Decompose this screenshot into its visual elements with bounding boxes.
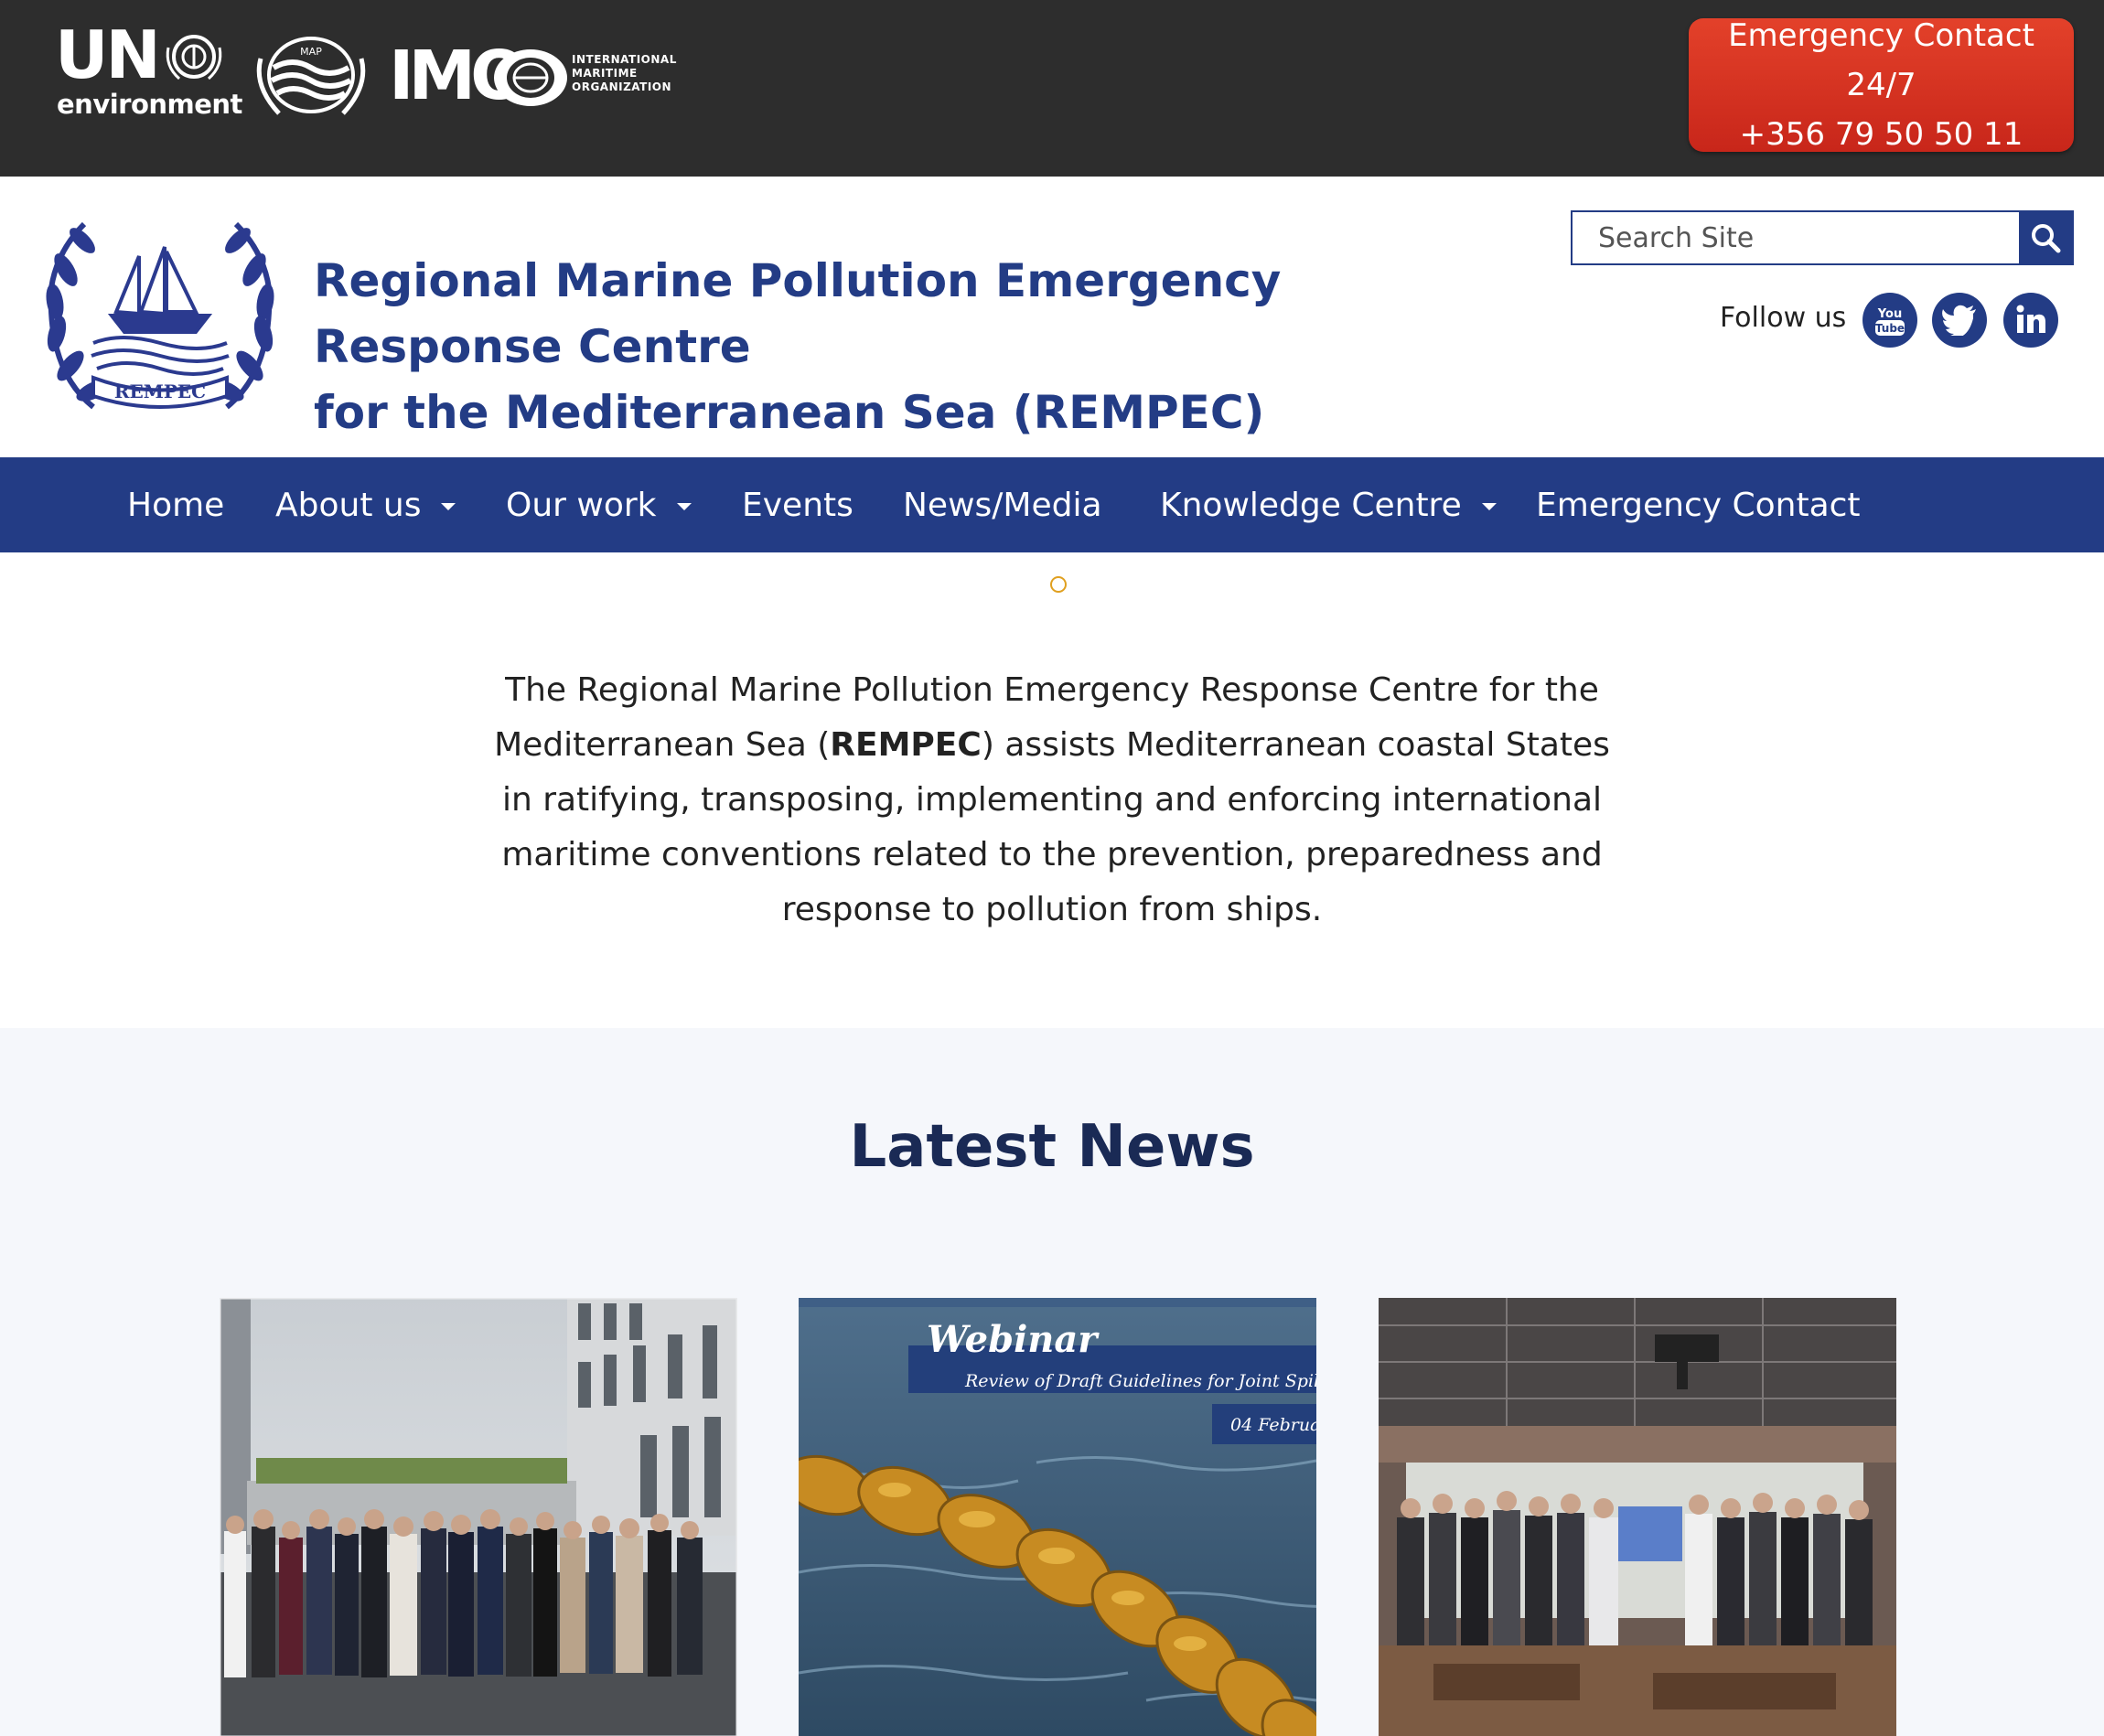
nav-item-news-media[interactable]: News/Media bbox=[903, 457, 1102, 552]
map-logo[interactable]: MAP bbox=[252, 31, 370, 119]
chevron-down-icon bbox=[1481, 503, 1497, 510]
nav-item-label: Knowledge Centre bbox=[1160, 486, 1462, 524]
un-environment-logo[interactable]: UN environment bbox=[53, 22, 242, 128]
group-photo-outdoor bbox=[220, 1298, 737, 1736]
top-bar: UN environment MAP IMO INTERNATIONAL MAR… bbox=[0, 0, 2104, 177]
webinar-title: Webinar bbox=[927, 1318, 1098, 1361]
site-header: REMPEC Regional Marine Pollution Emergen… bbox=[0, 177, 2104, 457]
search-input[interactable] bbox=[1573, 212, 2021, 263]
rempec-logo[interactable]: REMPEC bbox=[38, 215, 282, 420]
webinar-oil-boom bbox=[799, 1298, 1316, 1736]
nav-item-label: Emergency Contact bbox=[1536, 486, 1861, 524]
emergency-contact-label: Emergency Contact 24/7 bbox=[1728, 17, 2034, 103]
svg-text:You: You bbox=[1877, 307, 1902, 321]
nav-item-home[interactable]: Home bbox=[127, 457, 224, 552]
group-photo-indoor bbox=[1379, 1298, 1896, 1736]
news-card-image[interactable]: Webinar Review of Draft Guidelines for J… bbox=[799, 1298, 1316, 1736]
nav-item-emergency-contact[interactable]: Emergency Contact bbox=[1536, 457, 1861, 552]
search-icon bbox=[2032, 224, 2061, 253]
news-card-image[interactable] bbox=[1379, 1298, 1896, 1736]
linkedin-icon bbox=[2016, 305, 2045, 333]
latest-news-heading: Latest News bbox=[849, 1113, 1255, 1181]
latest-news-section: Latest News Webinar Review of Draft Guid… bbox=[0, 1028, 2104, 1736]
search-button[interactable] bbox=[2019, 212, 2072, 263]
un-emblem-icon bbox=[166, 35, 222, 80]
webinar-date: 04 Februa bbox=[1230, 1415, 1316, 1435]
news-card-image[interactable] bbox=[220, 1298, 737, 1736]
site-title-line2: for the Mediterranean Sea (REMPEC) bbox=[314, 386, 1265, 439]
imo-globe-icon bbox=[494, 49, 567, 106]
site-title[interactable]: Regional Marine Pollution Emergency Resp… bbox=[314, 248, 1530, 445]
nav-item-knowledge-centre[interactable]: Knowledge Centre bbox=[1160, 457, 1497, 552]
nav-item-our-work[interactable]: Our work bbox=[506, 457, 692, 552]
site-title-line1: Regional Marine Pollution Emergency Resp… bbox=[314, 254, 1282, 373]
search-form bbox=[1571, 210, 2074, 265]
emergency-contact-button[interactable]: Emergency Contact 24/7 +356 79 50 50 11 bbox=[1689, 17, 2074, 153]
nav-item-about-us[interactable]: About us bbox=[275, 457, 456, 552]
twitter-link[interactable] bbox=[1932, 293, 1987, 348]
webinar-subtitle: Review of Draft Guidelines for Joint Spi… bbox=[965, 1371, 1316, 1391]
follow-us-label: Follow us bbox=[1720, 302, 1847, 334]
youtube-icon: You Tube bbox=[1875, 307, 1905, 336]
emergency-phone-number: +356 79 50 50 11 bbox=[1739, 116, 2023, 153]
twitter-icon bbox=[1942, 305, 1976, 336]
nav-item-label: Events bbox=[742, 486, 853, 524]
svg-text:REMPEC: REMPEC bbox=[114, 380, 206, 402]
un-logo-text: UN bbox=[55, 16, 161, 93]
svg-text:MAP: MAP bbox=[300, 46, 322, 58]
loading-indicator bbox=[1050, 576, 1067, 593]
youtube-link[interactable]: You Tube bbox=[1862, 293, 1917, 348]
nav-item-label: About us bbox=[275, 486, 422, 524]
nav-item-label: News/Media bbox=[903, 486, 1102, 524]
svg-text:Tube: Tube bbox=[1875, 322, 1905, 335]
linkedin-link[interactable] bbox=[2003, 293, 2058, 348]
intro-bold-rempec: REMPEC bbox=[830, 726, 982, 764]
main-navigation: Home About us Our work Events News/Media… bbox=[0, 457, 2104, 552]
nav-item-events[interactable]: Events bbox=[742, 457, 853, 552]
nav-item-label: Our work bbox=[506, 486, 657, 524]
un-logo-subtext: environment bbox=[57, 89, 242, 120]
imo-logo-subtext: INTERNATIONAL MARITIME ORGANIZATION bbox=[572, 53, 677, 93]
chevron-down-icon bbox=[676, 503, 692, 510]
nav-item-label: Home bbox=[127, 486, 225, 524]
chevron-down-icon bbox=[441, 503, 456, 510]
imo-logo[interactable]: IMO INTERNATIONAL MARITIME ORGANIZATION bbox=[389, 42, 682, 110]
intro-text: The Regional Marine Pollution Emergency … bbox=[494, 671, 1610, 928]
